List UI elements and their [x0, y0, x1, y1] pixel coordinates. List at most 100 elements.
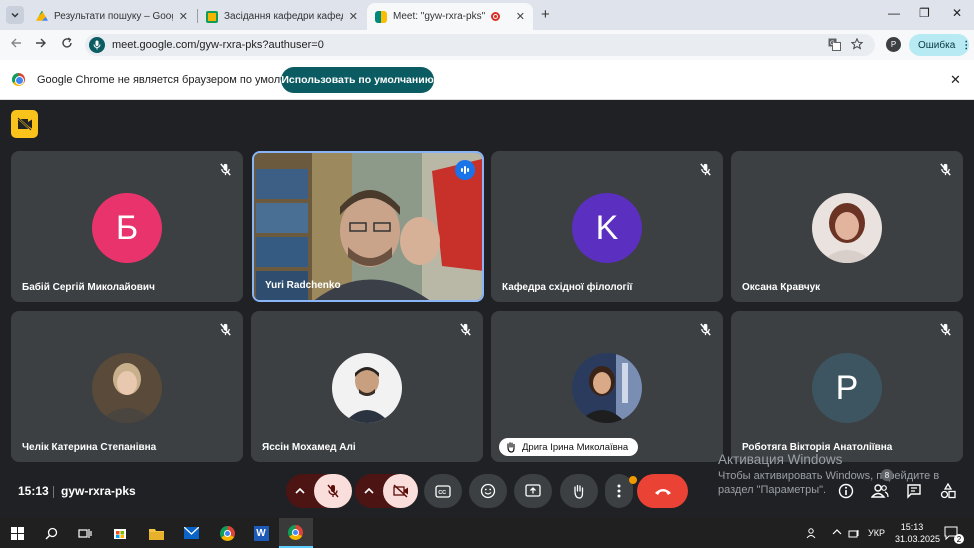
microphone-in-use-icon[interactable]	[89, 37, 105, 53]
profile-avatar[interactable]: Р	[886, 37, 901, 52]
mic-off-icon	[460, 323, 471, 336]
participant-name: Yuri Radchenko	[265, 280, 341, 291]
closed-captions-icon: CC	[435, 484, 451, 498]
svg-text:CC: CC	[438, 490, 446, 496]
raised-hand-icon	[574, 484, 584, 499]
mic-off-icon	[220, 163, 231, 176]
file-explorer-icon[interactable]	[148, 525, 164, 541]
taskbar-clock[interactable]: 15:13 31.03.2025	[895, 521, 940, 545]
participant-tile[interactable]: Оксана Кравчук	[731, 151, 963, 302]
meeting-details-button[interactable]	[836, 481, 856, 501]
microsoft-store-icon[interactable]	[112, 525, 128, 541]
leave-call-button[interactable]	[637, 474, 688, 508]
recording-icon	[491, 12, 501, 21]
reload-button[interactable]	[61, 37, 73, 52]
raise-hand-button[interactable]	[560, 474, 598, 508]
close-icon[interactable]: ✕	[173, 10, 188, 23]
word-icon[interactable]: W	[253, 525, 269, 541]
browser-toolbar: meet.google.com/gyw-rxra-pks?authuser=0 …	[0, 30, 974, 60]
bookmark-star-icon[interactable]	[850, 37, 864, 53]
mail-icon[interactable]	[183, 525, 199, 541]
participant-tile[interactable]: Челік Катерина Степанівна	[11, 311, 243, 462]
avatar-photo	[572, 353, 642, 423]
avatar-photo	[92, 353, 162, 423]
divider	[53, 486, 54, 498]
people-button[interactable]	[870, 481, 890, 501]
close-icon[interactable]: ✕	[510, 10, 525, 23]
active-taskbar-item-chrome[interactable]	[279, 518, 313, 548]
search-icon[interactable]	[43, 525, 59, 541]
arrow-left-icon	[11, 38, 21, 48]
reactions-button[interactable]	[469, 474, 507, 508]
participant-name: Яссін Мохамед Алі	[262, 442, 356, 453]
tab-search-button[interactable]	[6, 6, 24, 24]
participant-name: Дрига Ірина Миколаївна	[522, 441, 629, 453]
people-count-badge: 8	[881, 469, 893, 481]
chat-button[interactable]	[904, 481, 924, 501]
participant-tile[interactable]: Яссін Мохамед Алі	[251, 311, 483, 462]
tab-strip: Результати пошуку – Google Д ✕ Засідання…	[0, 0, 974, 30]
camera-control-group	[355, 474, 418, 508]
people-tray-icon[interactable]	[806, 527, 818, 541]
captions-button[interactable]: CC	[424, 474, 462, 508]
activities-button[interactable]	[938, 481, 958, 501]
restore-button[interactable]: ❐	[919, 6, 930, 20]
tab-meet[interactable]: Meet: "gyw-rxra-pks" ✕	[367, 3, 533, 30]
arrow-right-icon	[36, 38, 46, 48]
mic-options-button[interactable]	[294, 484, 306, 502]
google-meet-icon	[375, 10, 387, 23]
taskbar-time: 15:13	[900, 522, 924, 532]
reload-icon	[62, 37, 72, 48]
set-default-button[interactable]: Использовать по умолчанию	[281, 67, 434, 93]
present-screen-button[interactable]	[514, 474, 552, 508]
google-drive-icon	[36, 10, 48, 21]
minimize-button[interactable]: —	[888, 6, 900, 20]
windows-start-icon[interactable]	[9, 525, 25, 541]
mic-toggle-button[interactable]	[314, 474, 352, 508]
participant-tile[interactable]: P Роботяга Вікторія Анатоліївна	[731, 311, 963, 462]
close-icon[interactable]: ✕	[343, 10, 358, 23]
mic-off-icon	[940, 323, 951, 336]
participant-name: Челік Катерина Степанівна	[22, 442, 157, 453]
emoji-icon	[480, 483, 496, 499]
mic-off-icon	[220, 323, 231, 336]
translate-icon[interactable]: G	[828, 38, 841, 54]
more-vert-icon: ⋮	[961, 39, 972, 51]
chevron-up-icon[interactable]	[832, 528, 842, 538]
hang-up-icon	[654, 489, 671, 495]
participant-tile[interactable]: K Кафедра східної філології	[491, 151, 723, 302]
avatar: K	[572, 193, 642, 263]
chevron-up-icon	[295, 487, 305, 494]
participant-name: Бабій Сергій Миколайович	[22, 282, 155, 293]
language-indicator[interactable]: УКР	[868, 528, 885, 538]
tab-department-meeting[interactable]: Засідання кафедри кафедра с ✕	[198, 3, 366, 30]
address-bar[interactable]: meet.google.com/gyw-rxra-pks?authuser=0 …	[85, 34, 875, 56]
participant-tile[interactable]: Дрига Ірина Миколаївна	[491, 311, 723, 462]
window-close-button[interactable]: ✕	[952, 6, 962, 20]
camera-toggle-button[interactable]	[383, 474, 418, 508]
camera-off-icon	[392, 484, 408, 498]
url-text: meet.google.com/gyw-rxra-pks?authuser=0	[112, 39, 324, 51]
participant-tile[interactable]: Б Бабій Сергій Миколайович	[11, 151, 243, 302]
windows-taskbar: W	[0, 518, 974, 548]
present-icon	[525, 484, 541, 497]
tab-google-search[interactable]: Результати пошуку – Google Д ✕	[28, 3, 196, 30]
network-icon[interactable]	[848, 527, 861, 541]
avatar: Б	[92, 193, 162, 263]
info-icon	[838, 483, 854, 499]
mic-off-icon	[327, 484, 339, 498]
error-menu-button[interactable]: Ошибка ⋮	[909, 34, 972, 56]
meeting-clock: 15:13	[18, 484, 49, 498]
notifications-count-badge: 2	[954, 534, 964, 544]
back-button[interactable]	[10, 37, 22, 52]
mic-icon	[93, 40, 101, 50]
chrome-taskbar-icon[interactable]	[219, 525, 235, 541]
no-video-notice-icon[interactable]	[11, 110, 38, 138]
avatar-photo	[812, 193, 882, 263]
forward-button[interactable]	[35, 37, 47, 52]
task-view-icon[interactable]	[77, 525, 93, 541]
new-tab-button[interactable]: +	[541, 6, 550, 23]
infobar-close-icon[interactable]: ✕	[950, 72, 961, 88]
camera-options-button[interactable]	[363, 484, 375, 502]
participant-tile-video[interactable]: Yuri Radchenko	[252, 151, 484, 302]
